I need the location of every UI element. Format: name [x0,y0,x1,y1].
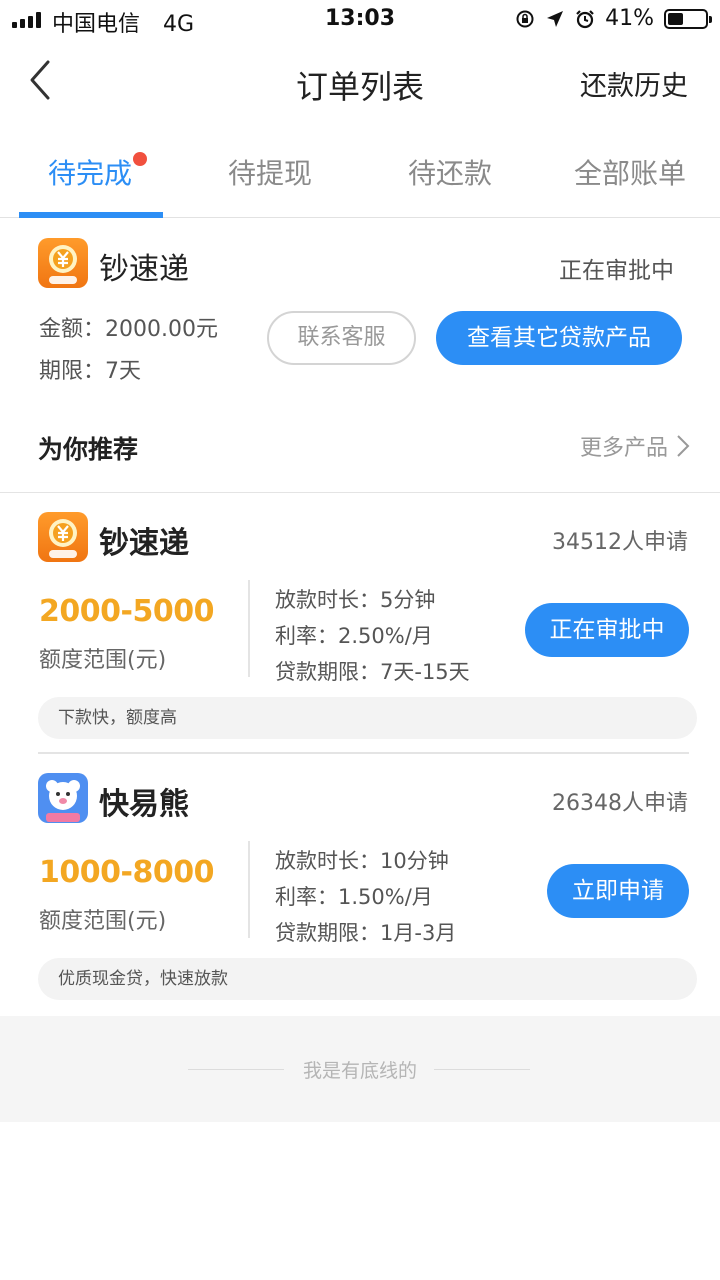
order-tabs: 待完成 待提现 待还款 全部账单 [0,122,720,218]
tab-all-bills[interactable]: 全部账单 [540,152,720,192]
product-vertical-divider [248,841,250,938]
product-vertical-divider [248,580,250,677]
product-range-label: 额度范围(元) [39,648,167,673]
product-loan-time: 放款时长：10分钟 [275,849,449,873]
nav-bar: 订单列表 还款历史 [0,40,720,122]
footer-text: 我是有底线的 [302,1060,417,1082]
status-right: 41% [515,6,712,31]
product-name: 快易熊 [99,787,189,822]
location-arrow-icon [547,10,564,27]
product-apply-count: 34512人申请 [552,530,688,555]
contact-service-button[interactable]: 联系客服 [267,311,416,365]
repayment-history-link[interactable]: 还款历史 [580,64,688,103]
tab-notification-dot [133,152,147,166]
battery-fill [668,12,683,25]
battery-icon [664,8,712,29]
recommend-title: 为你推荐 [38,435,139,464]
order-app-logo [38,238,88,288]
chevron-right-icon [677,435,690,457]
product-loan-time: 放款时长：5分钟 [275,588,436,612]
bear-icon [46,780,80,822]
order-amount: 金额：2000.00元 [39,317,218,342]
product-range: 2000-5000 [39,594,214,629]
more-products-label: 更多产品 [579,436,668,461]
tab-pending-repay[interactable]: 待还款 [360,152,540,192]
product-term: 贷款期限：7天-15天 [275,660,470,684]
section-divider [0,492,720,493]
alarm-icon [576,9,594,28]
list-footer: 我是有底线的 [0,1016,720,1122]
yuan-coin-icon [49,245,77,284]
more-products-link[interactable]: 更多产品 [580,430,690,462]
rotation-lock-icon [516,10,534,27]
status-bar: 中国电信 4G 13:03 41% [0,0,720,40]
order-status: 正在审批中 [559,258,674,284]
product-status-button[interactable]: 正在审批中 [525,603,689,657]
tab-pending-withdraw[interactable]: 待提现 [180,152,360,192]
product-name: 钞速递 [99,526,189,561]
product-logo [38,773,88,823]
apply-now-button[interactable]: 立即申请 [547,864,689,918]
product-tag: 优质现金贷，快速放款 [38,958,697,1000]
product-rate: 利率：1.50%/月 [275,885,433,909]
product-divider [38,752,689,754]
yuan-coin-icon [49,519,77,558]
product-range: 1000-8000 [39,855,214,890]
product-logo [38,512,88,562]
product-rate: 利率：2.50%/月 [275,624,433,648]
order-term: 期限：7天 [39,359,141,384]
product-tag: 下款快，额度高 [38,697,697,739]
tab-pending-complete[interactable]: 待完成 [0,152,180,192]
battery-percent: 41% [605,6,654,31]
product-range-label: 额度范围(元) [39,909,167,934]
view-other-products-button[interactable]: 查看其它贷款产品 [436,311,682,365]
tab-active-indicator [19,212,163,218]
footer-line-right [434,1069,530,1070]
product-term: 贷款期限：1月-3月 [275,921,457,945]
order-app-name: 钞速递 [99,252,189,287]
product-apply-count: 26348人申请 [552,791,688,816]
